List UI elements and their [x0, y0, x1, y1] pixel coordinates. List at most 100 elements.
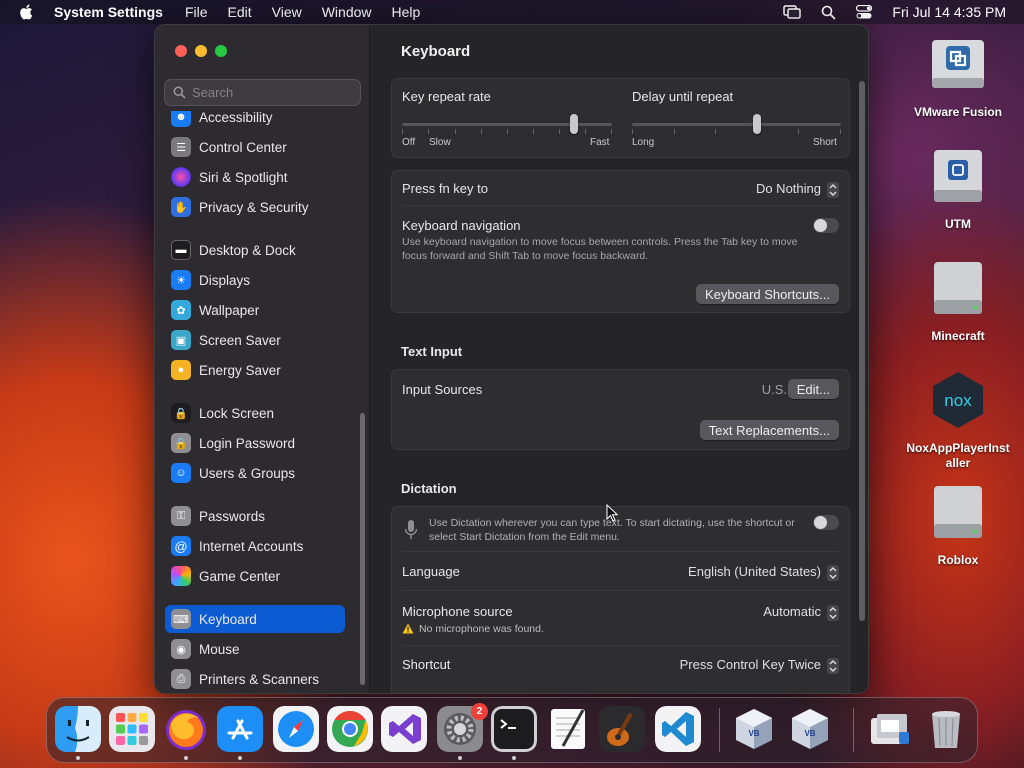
sidebar-item-screen-saver[interactable]: ▣ Screen Saver [165, 326, 345, 354]
sidebar-item-siri[interactable]: Siri & Spotlight [165, 163, 345, 191]
dock-chrome-icon[interactable] [327, 706, 373, 752]
sidebar-item-game-center[interactable]: Game Center [165, 562, 345, 590]
dock-virtualbox-vm-icon[interactable]: VB [787, 706, 833, 752]
delay-repeat-label: Delay until repeat [632, 89, 734, 104]
control-center-icon[interactable] [856, 5, 873, 19]
svg-text:VB: VB [748, 729, 759, 738]
edit-input-sources-button[interactable]: Edit... [787, 379, 839, 399]
sidebar-item-login-password[interactable]: 🔒 Login Password [165, 429, 345, 457]
key-repeat-slow-label: Slow [429, 137, 451, 148]
sidebar-item-energy-saver[interactable]: ● Energy Saver [165, 356, 345, 384]
keyboard-nav-toggle[interactable] [813, 218, 839, 233]
slider-tick [402, 129, 403, 134]
search-field[interactable] [164, 79, 361, 106]
desktop-icon-nox[interactable]: nox NoxAppPlayerInstaller [903, 370, 1013, 471]
search-input[interactable] [192, 85, 352, 100]
desktop-icon-label: Minecraft [931, 329, 985, 343]
input-sources-value: U.S. [761, 382, 787, 397]
dock-safari-icon[interactable] [273, 706, 319, 752]
close-button[interactable] [175, 45, 187, 57]
sidebar-item-displays[interactable]: ☀ Displays [165, 266, 345, 294]
zoom-button[interactable] [215, 45, 227, 57]
menu-edit[interactable]: Edit [228, 4, 252, 20]
desktop-icon-vmware[interactable]: VMware Fusion [903, 34, 1013, 120]
slider-tick [585, 129, 586, 134]
dock-finder-icon[interactable] [55, 706, 101, 752]
spotlight-search-icon[interactable] [821, 5, 837, 20]
menu-file[interactable]: File [185, 4, 208, 20]
keyboard-nav-description: Use keyboard navigation to move focus be… [402, 236, 798, 262]
apple-menu-icon[interactable] [18, 3, 36, 21]
key-repeat-knob[interactable] [570, 114, 579, 134]
dock-firefox-icon[interactable] [163, 706, 209, 752]
dock-launchpad-icon[interactable] [109, 706, 155, 752]
sidebar-item-printers[interactable]: ⎙ Printers & Scanners [165, 665, 345, 693]
screen-saver-icon: ▣ [171, 330, 191, 350]
sidebar-scrollbar[interactable] [360, 413, 365, 685]
sidebar-item-label: Control Center [199, 139, 287, 155]
shortcut-label: Shortcut [402, 657, 451, 672]
dock-downloads-stack-icon[interactable] [867, 706, 913, 752]
popup-chevron-icon [827, 657, 839, 674]
sidebar-item-label: Displays [199, 272, 251, 288]
slider-tick [632, 129, 633, 134]
text-input-group: Input Sources U.S. Edit... Text Replacem… [391, 369, 850, 450]
sidebar-item-accessibility[interactable]: ☻ Accessibility [165, 111, 345, 131]
dock-virtualbox-icon[interactable]: VB [731, 706, 777, 752]
sidebar-list: ☻ Accessibility ☰ Control Center Siri & … [155, 111, 370, 693]
desktop-icon-minecraft[interactable]: Minecraft [903, 258, 1013, 344]
dock-textedit-icon[interactable] [545, 706, 591, 752]
sidebar-item-wallpaper[interactable]: ✿ Wallpaper [165, 296, 345, 324]
dock-trash-icon[interactable] [923, 706, 969, 752]
delay-repeat-slider[interactable] [632, 123, 841, 126]
dock-garageband-icon[interactable] [599, 706, 645, 752]
delay-repeat-knob[interactable] [753, 114, 762, 134]
sidebar-item-mouse[interactable]: ◉ Mouse [165, 635, 345, 663]
sidebar-item-privacy[interactable]: ✋ Privacy & Security [165, 193, 345, 221]
dock-app-store-icon[interactable] [217, 706, 263, 752]
sidebar-item-lock-screen[interactable]: 🔒 Lock Screen [165, 399, 345, 427]
dock-visual-studio-icon[interactable] [381, 706, 427, 752]
sidebar-item-internet-accounts[interactable]: @ Internet Accounts [165, 532, 345, 560]
desktop-icon-utm[interactable]: UTM [903, 146, 1013, 232]
nox-icon: nox [933, 372, 983, 428]
shortcut-popup[interactable]: Press Control Key Twice [680, 657, 839, 674]
sidebar-item-label: Accessibility [199, 111, 273, 125]
printer-icon: ⎙ [171, 669, 191, 689]
sidebar-item-users-groups[interactable]: ☺ Users & Groups [165, 459, 345, 487]
control-center-icon: ☰ [171, 137, 191, 157]
menu-bar: System Settings File Edit View Window He… [0, 0, 1024, 24]
sidebar-item-label: Passwords [199, 508, 266, 524]
text-replacements-button[interactable]: Text Replacements... [699, 420, 839, 440]
desktop-icon-roblox[interactable]: Roblox [903, 482, 1013, 568]
menubar-clock[interactable]: Fri Jul 14 4:35 PM [892, 4, 1006, 20]
language-popup[interactable]: English (United States) [688, 564, 839, 581]
dock-vscode-icon[interactable] [655, 706, 701, 752]
keyboard-shortcuts-button[interactable]: Keyboard Shortcuts... [695, 284, 839, 304]
screen-mirroring-icon[interactable] [783, 5, 802, 19]
minimize-button[interactable] [195, 45, 207, 57]
press-fn-popup[interactable]: Do Nothing [756, 181, 839, 198]
svg-text:VB: VB [804, 729, 815, 738]
sidebar-item-passwords[interactable]: ⚿ Passwords [165, 502, 345, 530]
game-center-icon [171, 566, 191, 586]
key-repeat-slider[interactable] [402, 123, 612, 126]
popup-chevron-icon [827, 564, 839, 581]
sidebar-item-control-center[interactable]: ☰ Control Center [165, 133, 345, 161]
content-scrollbar[interactable] [859, 81, 865, 621]
dock-terminal-icon[interactable] [491, 706, 537, 752]
sidebar-item-label: Siri & Spotlight [199, 169, 288, 185]
menu-window[interactable]: Window [322, 4, 372, 20]
microphone-source-popup[interactable]: Automatic [763, 604, 839, 621]
sidebar-item-desktop-dock[interactable]: ▬ Desktop & Dock [165, 236, 345, 264]
text-input-section-title: Text Input [401, 344, 463, 359]
sidebar-item-keyboard[interactable]: ⌨ Keyboard [165, 605, 345, 633]
app-menu[interactable]: System Settings [54, 4, 163, 20]
running-indicator [184, 756, 188, 760]
menu-view[interactable]: View [272, 4, 302, 20]
dictation-toggle[interactable] [813, 515, 839, 530]
language-value: English (United States) [688, 564, 821, 579]
menu-help[interactable]: Help [392, 4, 421, 20]
row-divider [402, 551, 839, 552]
slider-tick [455, 129, 456, 134]
